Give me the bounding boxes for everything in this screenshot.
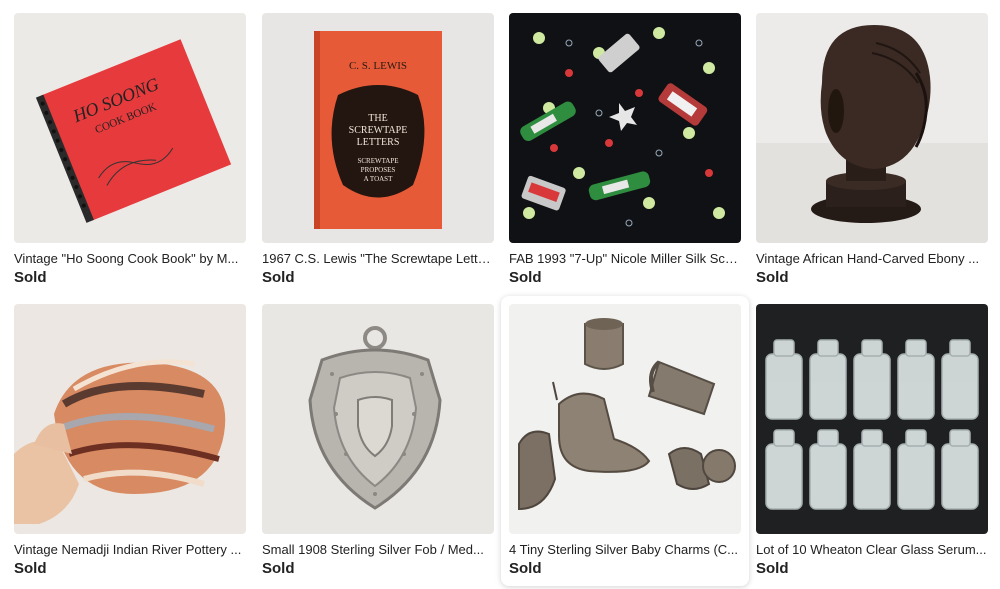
- listing-image[interactable]: [509, 13, 741, 243]
- listing-image[interactable]: [756, 13, 988, 243]
- svg-text:LETTERS: LETTERS: [357, 137, 400, 148]
- sold-status: Sold: [756, 269, 789, 286]
- listing-image[interactable]: [262, 304, 494, 534]
- svg-text:A TOAST: A TOAST: [364, 175, 393, 183]
- listing-title[interactable]: FAB 1993 "7-Up" Nicole Miller Silk Sca..…: [509, 251, 741, 267]
- listing-card[interactable]: Vintage African Hand-Carved Ebony ... So…: [756, 13, 988, 298]
- sold-status: Sold: [756, 560, 789, 577]
- listing-card[interactable]: Small 1908 Sterling Silver Fob / Med... …: [262, 304, 494, 589]
- sold-status: Sold: [262, 269, 295, 286]
- sold-status: Sold: [14, 560, 47, 577]
- listing-title[interactable]: Vintage African Hand-Carved Ebony ...: [756, 251, 988, 267]
- sold-status: Sold: [509, 269, 542, 286]
- listing-card[interactable]: C. S. LEWIS THE SCREWTAPE LETTERS SCREWT…: [262, 13, 494, 298]
- listing-title[interactable]: Small 1908 Sterling Silver Fob / Med...: [262, 542, 494, 558]
- svg-text:C. S. LEWIS: C. S. LEWIS: [349, 60, 407, 72]
- listing-title[interactable]: Lot of 10 Wheaton Clear Glass Serum...: [756, 542, 988, 558]
- svg-text:SCREWTAPE: SCREWTAPE: [357, 157, 398, 165]
- svg-text:THE: THE: [368, 113, 387, 124]
- sold-status: Sold: [262, 560, 295, 577]
- listing-title[interactable]: 4 Tiny Sterling Silver Baby Charms (C...: [509, 542, 741, 558]
- listing-grid: HO SOONG COOK BOOK Vintage "Ho Soong Coo…: [0, 0, 1000, 580]
- svg-text:SCREWTAPE: SCREWTAPE: [349, 125, 408, 136]
- sold-status: Sold: [14, 269, 47, 286]
- listing-card[interactable]: Vintage Nemadji Indian River Pottery ...…: [14, 304, 246, 589]
- listing-title[interactable]: Vintage Nemadji Indian River Pottery ...: [14, 542, 246, 558]
- listing-image[interactable]: [14, 304, 246, 534]
- listing-image[interactable]: C. S. LEWIS THE SCREWTAPE LETTERS SCREWT…: [262, 13, 494, 243]
- listing-image[interactable]: HO SOONG COOK BOOK: [14, 13, 246, 243]
- listing-title[interactable]: 1967 C.S. Lewis "The Screwtape Lette...: [262, 251, 494, 267]
- listing-card[interactable]: Lot of 10 Wheaton Clear Glass Serum... S…: [756, 304, 988, 589]
- listing-card[interactable]: 4 Tiny Sterling Silver Baby Charms (C...…: [501, 296, 749, 586]
- listing-image[interactable]: [509, 304, 741, 534]
- listing-image[interactable]: [756, 304, 988, 534]
- listing-card[interactable]: HO SOONG COOK BOOK Vintage "Ho Soong Coo…: [14, 13, 246, 298]
- listing-title[interactable]: Vintage "Ho Soong Cook Book" by M...: [14, 251, 246, 267]
- listing-card[interactable]: FAB 1993 "7-Up" Nicole Miller Silk Sca..…: [509, 13, 741, 298]
- sold-status: Sold: [509, 560, 542, 577]
- svg-text:PROPOSES: PROPOSES: [361, 166, 396, 174]
